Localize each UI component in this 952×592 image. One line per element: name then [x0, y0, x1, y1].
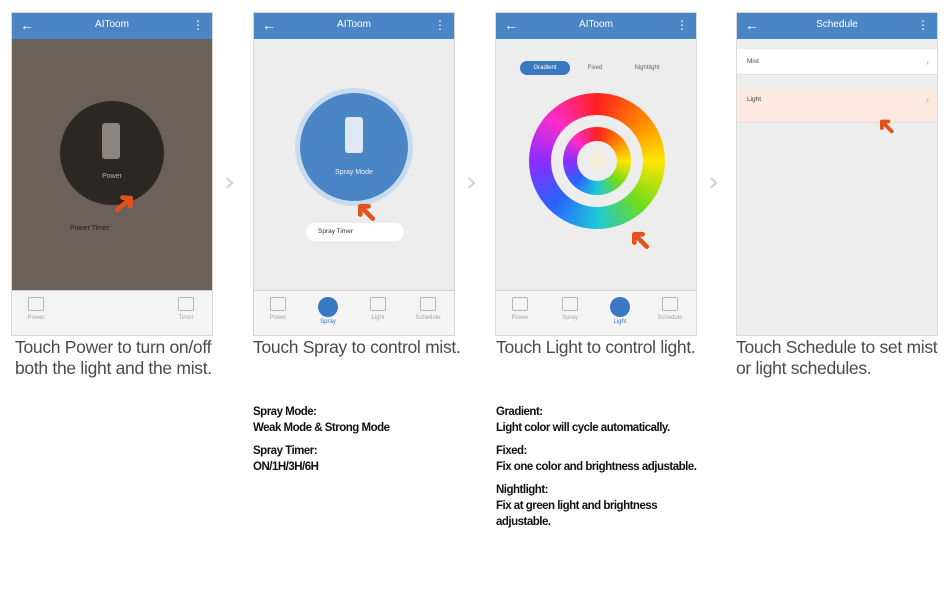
spray-nav-icon	[318, 297, 338, 317]
light-nav-icon	[610, 297, 630, 317]
power-timer-label: Power Timer	[70, 225, 110, 232]
app-bar: ← AIToom ⋮	[12, 13, 212, 39]
nav-power[interactable]: Power	[16, 297, 56, 321]
bottom-nav: Power Spray Light Schedule	[254, 290, 454, 335]
power-nav-icon	[270, 297, 286, 311]
detail-title: Nightlight:	[496, 484, 548, 496]
app-bar: ← Schedule ⋮	[737, 13, 937, 39]
app-title: Schedule	[816, 19, 858, 30]
detail-text: Light color will cycle automatically.	[496, 422, 670, 434]
nav-spray-label: Spray	[320, 319, 336, 325]
color-wheel[interactable]	[529, 93, 665, 229]
tab-gradient[interactable]: Gradient	[520, 61, 570, 75]
timer-nav-icon	[178, 297, 194, 311]
detail-item: Spray Mode: Weak Mode & Strong Mode	[253, 404, 473, 436]
nav-schedule[interactable]: Schedule	[650, 297, 690, 321]
app-bar: ← AIToom ⋮	[496, 13, 696, 39]
app-title: AIToom	[95, 19, 129, 30]
detail-item: Spray Timer: ON/1H/3H/6H	[253, 443, 473, 475]
detail-title: Spray Mode:	[253, 406, 317, 418]
nav-spray-label: Spray	[562, 315, 578, 321]
pointer-arrow-icon: ➜	[619, 219, 661, 261]
more-menu-icon[interactable]: ⋮	[192, 18, 204, 32]
schedule-row-light[interactable]: Light ›	[737, 89, 937, 123]
detail-title: Spray Timer:	[253, 445, 318, 457]
caption-spray: Touch Spray to control mist.	[253, 337, 461, 357]
schedule-row-label: Mist	[747, 58, 759, 65]
app-bar: ← AIToom ⋮	[254, 13, 454, 39]
nav-spray[interactable]: Spray	[550, 297, 590, 321]
light-details: Gradient: Light color will cycle automat…	[496, 404, 706, 537]
nav-timer[interactable]: Timer	[166, 297, 206, 321]
nav-power-label: Power	[27, 315, 45, 321]
power-nav-icon	[512, 297, 528, 311]
phone-screenshot-spray: ← AIToom ⋮ Spray Mode Spray Timer ➜ Powe…	[253, 12, 455, 336]
chevron-right-icon: ›	[224, 165, 236, 198]
nav-power-label: Power	[511, 315, 529, 321]
detail-item: Nightlight: Fix at green light and brigh…	[496, 482, 706, 530]
spray-mode-label: Spray Mode	[335, 169, 373, 176]
schedule-row-mist[interactable]: Mist ›	[737, 49, 937, 75]
nav-schedule-label: Schedule	[657, 315, 683, 321]
app-title: AIToom	[579, 19, 613, 30]
phone-screenshot-power: ← AIToom ⋮ Power Power Timer ➜ Power Tim…	[11, 12, 213, 336]
spray-nav-icon	[562, 297, 578, 311]
nav-timer-label: Timer	[178, 315, 194, 321]
power-screen-area: Power Power Timer ➜	[12, 39, 212, 291]
caption-light: Touch Light to control light.	[496, 337, 696, 357]
nav-power[interactable]: Power	[500, 297, 540, 321]
detail-item: Fixed: Fix one color and brightness adju…	[496, 443, 706, 475]
spray-details: Spray Mode: Weak Mode & Strong Mode Spra…	[253, 404, 473, 482]
power-button[interactable]: Power	[60, 101, 164, 205]
chevron-right-icon: ›	[466, 165, 478, 198]
spray-button[interactable]: Spray Mode	[300, 93, 408, 201]
detail-item: Gradient: Light color will cycle automat…	[496, 404, 706, 436]
nav-power[interactable]: Power	[258, 297, 298, 321]
power-icon	[102, 123, 120, 159]
nav-schedule-label: Schedule	[415, 315, 441, 321]
color-wheel-ring-gap	[551, 115, 643, 207]
humidifier-icon	[345, 117, 363, 153]
power-button-label: Power	[102, 173, 122, 180]
nav-light[interactable]: Light	[600, 297, 640, 325]
schedule-nav-icon	[662, 297, 678, 311]
spray-timer-label: Spray Timer	[318, 228, 354, 235]
schedule-row-label: Light	[747, 96, 762, 103]
phone-screenshot-light: ← AIToom ⋮ Gradient Fixed Nightlight ➜ P…	[495, 12, 697, 336]
chevron-right-icon: ›	[926, 57, 929, 67]
nav-power-label: Power	[269, 315, 287, 321]
detail-text: Fix at green light and brightness adjust…	[496, 500, 658, 528]
app-title: AIToom	[337, 19, 371, 30]
detail-text: ON/1H/3H/6H	[253, 461, 319, 473]
nav-light-label: Light	[613, 319, 627, 325]
nav-light-label: Light	[371, 315, 385, 321]
bottom-nav: Power Timer	[12, 290, 212, 335]
caption-power: Touch Power to turn on/off both the ligh…	[15, 337, 212, 378]
chevron-right-icon: ›	[708, 165, 720, 198]
spray-timer-selector[interactable]: Spray Timer	[306, 223, 404, 241]
phone-screenshot-schedule: ← Schedule ⋮ Mist › Light › ➜	[736, 12, 938, 336]
tab-nightlight[interactable]: Nightlight	[622, 61, 672, 75]
bulb-icon	[589, 149, 605, 171]
detail-title: Gradient:	[496, 406, 543, 418]
bottom-nav: Power Spray Light Schedule	[496, 290, 696, 335]
inner-color-ring[interactable]	[563, 127, 631, 195]
nav-schedule[interactable]: Schedule	[408, 297, 448, 321]
nav-spray[interactable]: Spray	[308, 297, 348, 325]
light-mode-tabs: Gradient Fixed Nightlight	[516, 61, 676, 75]
schedule-nav-icon	[420, 297, 436, 311]
chevron-right-icon: ›	[926, 95, 929, 105]
power-nav-icon	[28, 297, 44, 311]
detail-text: Fix one color and brightness adjustable.	[496, 461, 697, 473]
more-menu-icon[interactable]: ⋮	[917, 18, 929, 32]
more-menu-icon[interactable]: ⋮	[434, 18, 446, 32]
nav-light[interactable]: Light	[358, 297, 398, 321]
detail-title: Fixed:	[496, 445, 527, 457]
detail-text: Weak Mode & Strong Mode	[253, 422, 390, 434]
more-menu-icon[interactable]: ⋮	[676, 18, 688, 32]
tab-fixed[interactable]: Fixed	[570, 61, 620, 75]
bulb-button[interactable]	[577, 141, 617, 181]
light-nav-icon	[370, 297, 386, 311]
caption-schedule: Touch Schedule to set mist or light sche…	[736, 337, 938, 378]
